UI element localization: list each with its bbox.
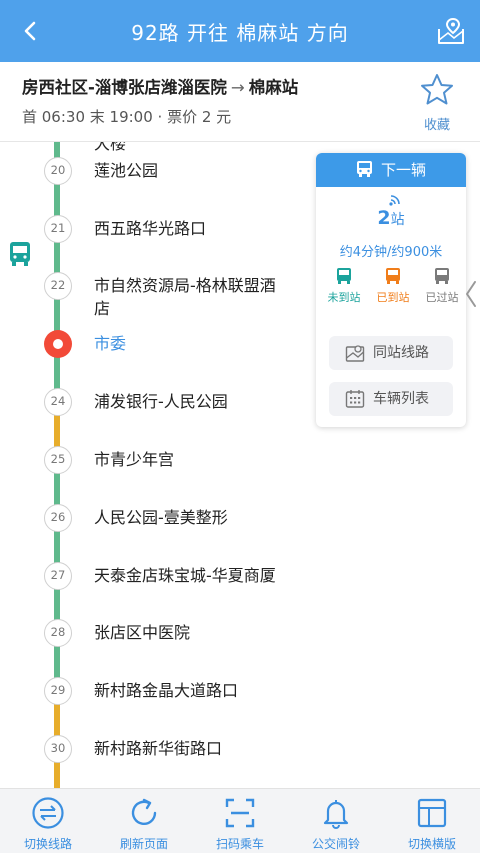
favorite-label: 收藏 (423, 118, 450, 133)
calendar-icon (345, 390, 365, 408)
scan-icon (225, 798, 255, 828)
next-bus-header: 下一辆 (316, 153, 466, 187)
stop-name: 浦发银行-人民公园 (94, 392, 228, 411)
stop-number: 20 (44, 157, 72, 185)
stop-item[interactable]: 27 天泰金店珠宝城-华夏商厦 (0, 562, 480, 616)
stop-name: 天泰金店珠宝城-华夏商厦 (94, 566, 276, 585)
stop-number: 25 (44, 446, 72, 474)
stop-name: 新村路金晶大道路口 (94, 681, 239, 700)
chevron-left-icon (24, 21, 36, 41)
stop-name: 市青少年宫 (94, 450, 175, 469)
route-info: 房西社区-淄博张店潍淄医院 → 棉麻站 首 06:30 末 19:00 · 票价 2… (0, 62, 480, 142)
nav-label: 切换横版 (407, 837, 456, 851)
nav-label: 刷新页面 (119, 837, 168, 851)
stop-number: 30 (44, 735, 72, 763)
current-stop-marker (44, 330, 72, 358)
stop-name: 莲池公园 (94, 161, 159, 180)
favorite-button[interactable]: 收藏 (412, 72, 462, 136)
refresh-icon (131, 798, 157, 825)
panel-collapse-handle[interactable] (462, 276, 480, 312)
bus-icon (435, 268, 449, 284)
scan-button[interactable]: 扫码乘车 (192, 789, 288, 853)
nav-label: 切换线路 (23, 837, 72, 851)
map-pin-icon (438, 17, 464, 44)
legend-label: 未到站 (327, 291, 361, 304)
stop-number: 28 (44, 619, 72, 647)
bus-icon (386, 268, 400, 284)
bus-status-legend: 未到站 已到站 已过站 (320, 267, 466, 305)
same-station-lines-button[interactable]: 同站线路 (329, 336, 453, 370)
stops-away-number: 2 (377, 207, 391, 229)
same-station-lines-label: 同站线路 (373, 345, 429, 361)
stop-item[interactable]: 29 新村路金晶大道路口 (0, 677, 480, 717)
legend-label: 已过站 (425, 291, 459, 304)
stop-item[interactable]: 28 张店区中医院 (0, 619, 480, 659)
stops-away-unit: 站 (390, 212, 405, 228)
stop-name: 市自然资源局-格林联盟酒店 (94, 276, 276, 318)
legend-label: 已到站 (376, 291, 410, 304)
stop-name: 新村路新华街路口 (94, 739, 223, 758)
stop-number: 27 (44, 562, 72, 590)
legend-not-arrived: 未到站 (320, 267, 368, 305)
vehicle-list-label: 车辆列表 (373, 391, 429, 407)
stop-name: 张店区中医院 (94, 623, 191, 642)
legend-passed: 已过站 (418, 267, 466, 305)
stop-item[interactable]: 26 人民公园-壹美整形 (0, 504, 480, 544)
chevron-left-icon (466, 281, 476, 307)
bus-icon (356, 161, 372, 177)
bottom-navigation: 切换线路 刷新页面 扫码乘车 公交闹铃 切换横版 (0, 788, 480, 853)
stop-name: 市委 (94, 334, 127, 353)
stop-name: 人民公园-壹美整形 (94, 508, 228, 527)
stop-number: 26 (44, 504, 72, 532)
bus-alarm-button[interactable]: 公交闹铃 (288, 789, 384, 853)
map-button[interactable] (436, 16, 466, 46)
stop-item[interactable]: 30 新村路新华街路口 (0, 735, 480, 775)
stop-number: 22 (44, 272, 72, 300)
nav-label: 公交闹铃 (311, 837, 360, 851)
stop-name: 西五路华光路口 (94, 219, 207, 238)
page-title: 92路 开往 棉麻站 方向 (131, 21, 349, 45)
bus-icon (337, 268, 351, 284)
route-arrow: → (230, 78, 245, 97)
layout-icon (417, 798, 447, 828)
next-bus-panel: 下一辆 2站 约4分钟/约900米 未到站 已到站 已过站 同站线路 车辆列表 (316, 153, 466, 427)
eta-text: 约4分钟/约900米 (339, 245, 443, 260)
stop-item[interactable]: 25 市青少年宫 (0, 446, 480, 486)
next-bus-title: 下一辆 (380, 161, 426, 179)
signal-icon (389, 195, 400, 206)
switch-route-button[interactable]: 切换线路 (0, 789, 96, 853)
map-icon (345, 345, 365, 362)
route-to: 棉麻站 (248, 78, 299, 97)
stops-away: 2站 (316, 207, 466, 229)
stop-number: 29 (44, 677, 72, 705)
bell-icon (323, 800, 349, 829)
legend-arrived: 已到站 (369, 267, 417, 305)
nav-label: 扫码乘车 (215, 837, 264, 851)
switch-layout-button[interactable]: 切换横版 (384, 789, 480, 853)
back-button[interactable] (18, 16, 46, 46)
app-header: 92路 开往 棉麻站 方向 (0, 0, 480, 62)
route-from: 房西社区-淄博张店潍淄医院 (22, 78, 227, 97)
star-icon (421, 74, 453, 105)
partial-stop-name: 大楼 (94, 142, 127, 153)
stop-number: 24 (44, 388, 72, 416)
route-endpoints: 房西社区-淄博张店潍淄医院 → 棉麻站 (22, 74, 298, 98)
switch-route-icon (32, 797, 64, 829)
vehicle-list-button[interactable]: 车辆列表 (329, 382, 453, 416)
route-times-fare: 首 06:30 末 19:00 · 票价 2 元 (22, 108, 232, 126)
stop-number: 21 (44, 215, 72, 243)
refresh-button[interactable]: 刷新页面 (96, 789, 192, 853)
